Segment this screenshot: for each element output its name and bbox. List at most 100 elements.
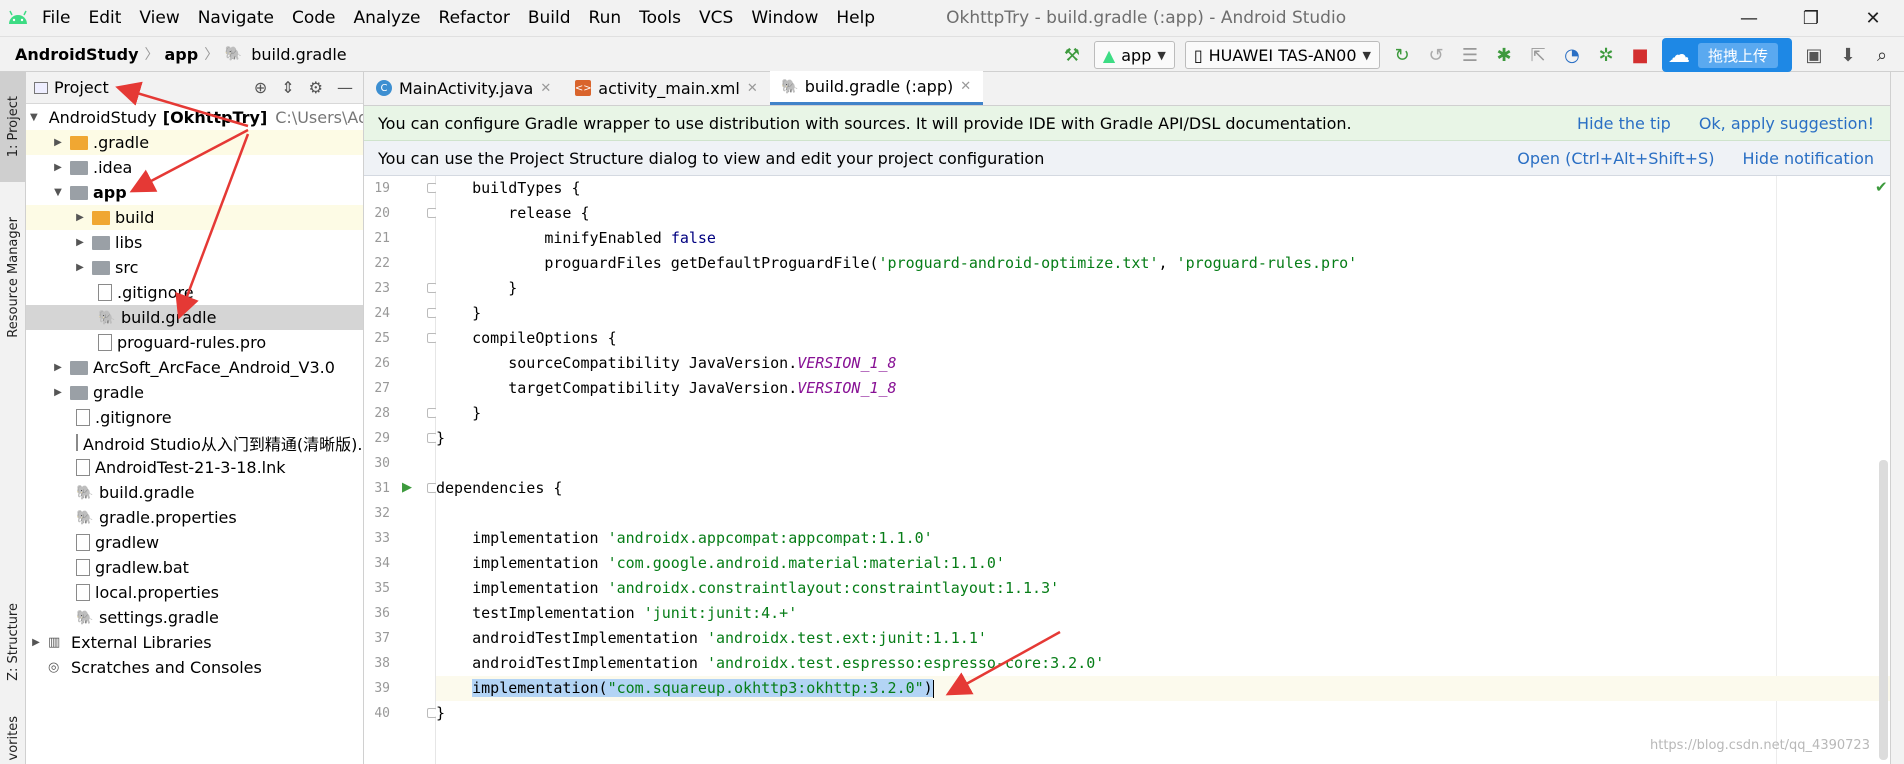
code-editor[interactable]: buildTypes { release { minifyEnabled fal… [436,176,1890,764]
breadcrumb-file[interactable]: 🐘 build.gradle [224,45,346,64]
tree-item-idea[interactable]: ▶ .idea [26,155,363,180]
close-icon[interactable]: ✕ [540,81,551,96]
tree-item-gradlew[interactable]: gradlew [26,530,363,555]
tree-item-build[interactable]: ▶ build [26,205,363,230]
gear-icon[interactable]: ⚙ [309,78,323,97]
sdk-manager-icon[interactable]: ⬇ [1836,43,1860,67]
close-icon[interactable]: ✕ [960,79,971,94]
chevron-right-icon: ▶ [54,162,62,173]
line-number: 33 [374,531,390,546]
tree-item-pdf[interactable]: Android Studio从入门到精通(清晰版).p [26,430,363,455]
menu-help[interactable]: Help [827,8,884,28]
menu-file[interactable]: File [36,8,79,28]
tree-item-label: .idea [93,158,133,177]
tree-item-root-gitignore[interactable]: .gitignore [26,405,363,430]
editor-scrollbar[interactable] [1879,460,1888,760]
tree-item-local-properties[interactable]: local.properties [26,580,363,605]
no-problems-check-icon[interactable]: ✔ [1875,178,1888,196]
menu-tools[interactable]: Tools [630,8,690,28]
menu-edit[interactable]: Edit [79,8,130,28]
editor-gutter[interactable]: 19 20 21 22 23 24 25 26 27 28 29 30 31 3… [364,176,462,764]
tree-item-arcsoft[interactable]: ▶ ArcSoft_ArcFace_Android_V3.0 [26,355,363,380]
menu-view[interactable]: View [130,8,188,28]
locate-file-icon[interactable]: ⊕ [254,78,267,97]
profile-icon[interactable]: ◔ [1560,43,1584,67]
tree-item-label: libs [115,233,143,252]
hide-notification-link[interactable]: Hide notification [1742,149,1874,168]
code-constant: VERSION_1_8 [797,379,897,397]
open-project-structure-link[interactable]: Open (Ctrl+Alt+Shift+S) [1517,149,1714,168]
tree-item-label: build [115,208,155,227]
close-icon[interactable]: ✕ [747,81,758,96]
tree-item-androidstudy[interactable]: ▼ AndroidStudy [OkhttpTry] C:\Users\Ad [26,105,363,130]
tree-item-libs[interactable]: ▶ libs [26,230,363,255]
apply-code-changes-icon[interactable]: ↺ [1424,43,1448,67]
tree-item-app-gitignore[interactable]: .gitignore [26,280,363,305]
menu-navigate[interactable]: Navigate [189,8,283,28]
run-gutter-icon[interactable]: ▶ [402,480,412,495]
main-toolbar: ⚒ ▲ app ▼ ▯ HUAWEI TAS-AN00 ▼ ↻ ↺ ☰ ✱ ⇱ … [1060,37,1904,73]
tab-activity-main-xml[interactable]: <> activity_main.xml ✕ [563,71,769,105]
stop-icon[interactable]: ■ [1628,43,1652,67]
tree-item-lnk[interactable]: AndroidTest-21-3-18.lnk [26,455,363,480]
hide-tip-link[interactable]: Hide the tip [1577,114,1671,133]
project-window-icon [34,81,48,94]
attach-process-icon[interactable]: ✲ [1594,43,1618,67]
tab-label: build.gradle (:app) [804,77,954,96]
run-configuration-select[interactable]: ▲ app ▼ [1093,41,1175,69]
tree-item-external-libraries[interactable]: ▶ ▥ External Libraries [26,630,363,655]
tree-item-label: build.gradle [121,308,217,327]
tree-item-scratches[interactable]: ◎ Scratches and Consoles [26,655,363,680]
code-string: 'androidx.test.espresso:espresso-core:3.… [706,654,1105,672]
maximize-button[interactable]: ❐ [1780,0,1842,36]
upload-button[interactable]: ☁ 拖拽上传 [1661,38,1792,72]
search-icon[interactable]: ⌕ [1870,43,1894,67]
close-button[interactable]: ✕ [1842,0,1904,36]
tool-window-structure-tab[interactable]: Z: Structure [0,592,26,692]
watermark-text: https://blog.csdn.net/qq_4390723 [1650,738,1870,753]
hide-panel-icon[interactable]: — [337,78,353,97]
tool-window-project-tab[interactable]: 1: Project [0,72,26,182]
tab-mainactivity-java[interactable]: C MainActivity.java ✕ [364,71,563,105]
run-with-coverage-icon[interactable]: ☰ [1458,43,1482,67]
menu-analyze[interactable]: Analyze [345,8,430,28]
tree-item-gradle[interactable]: ▶ gradle [26,380,363,405]
chevron-right-icon: ▶ [54,362,62,373]
tree-item-settings-gradle[interactable]: 🐘 settings.gradle [26,605,363,630]
collapse-all-icon[interactable]: ⇕ [281,78,294,97]
menu-build[interactable]: Build [519,8,580,28]
tree-item-app-build-gradle[interactable]: 🐘 build.gradle [26,305,363,330]
menu-run[interactable]: Run [580,8,631,28]
menu-refactor[interactable]: Refactor [430,8,519,28]
menu-vcs[interactable]: VCS [690,8,742,28]
tree-item-src[interactable]: ▶ src [26,255,363,280]
project-view-selector[interactable]: Project [34,78,109,97]
device-select[interactable]: ▯ HUAWEI TAS-AN00 ▼ [1184,41,1380,69]
tool-window-resource-manager-tab[interactable]: Resource Manager [0,202,26,352]
tree-item-gradlew-bat[interactable]: gradlew.bat [26,555,363,580]
device-manager-icon[interactable]: ▣ [1802,43,1826,67]
file-icon [76,459,90,476]
menu-window[interactable]: Window [742,8,827,28]
breadcrumb-module[interactable]: app [165,45,199,64]
apply-changes-icon[interactable]: ↻ [1390,43,1414,67]
menu-code[interactable]: Code [283,8,345,28]
tree-item-proguard-rules[interactable]: proguard-rules.pro [26,330,363,355]
upload-label: 拖拽上传 [1697,42,1778,68]
code-string: 'com.google.android.material:material:1.… [607,554,1005,572]
tool-window-favorites-tab[interactable]: vorites [0,712,26,764]
debug-icon[interactable]: ✱ [1492,43,1516,67]
code-line-21: minifyEnabled false [436,226,1890,251]
code-text: , [1158,254,1177,272]
minimize-button[interactable]: — [1718,0,1780,36]
make-project-hammer-icon[interactable]: ⚒ [1060,43,1084,67]
breadcrumb-project[interactable]: AndroidStudy [0,45,139,64]
tree-item-root-build-gradle[interactable]: 🐘 build.gradle [26,480,363,505]
attach-debugger-icon[interactable]: ⇱ [1526,43,1550,67]
apply-suggestion-link[interactable]: Ok, apply suggestion! [1699,114,1874,133]
tree-item-app[interactable]: ▼ app [26,180,363,205]
tree-item-gradle-dir[interactable]: ▶ .gradle [26,130,363,155]
tab-build-gradle-app[interactable]: 🐘 build.gradle (:app) ✕ [769,71,984,105]
tree-item-gradle-properties[interactable]: 🐘 gradle.properties [26,505,363,530]
